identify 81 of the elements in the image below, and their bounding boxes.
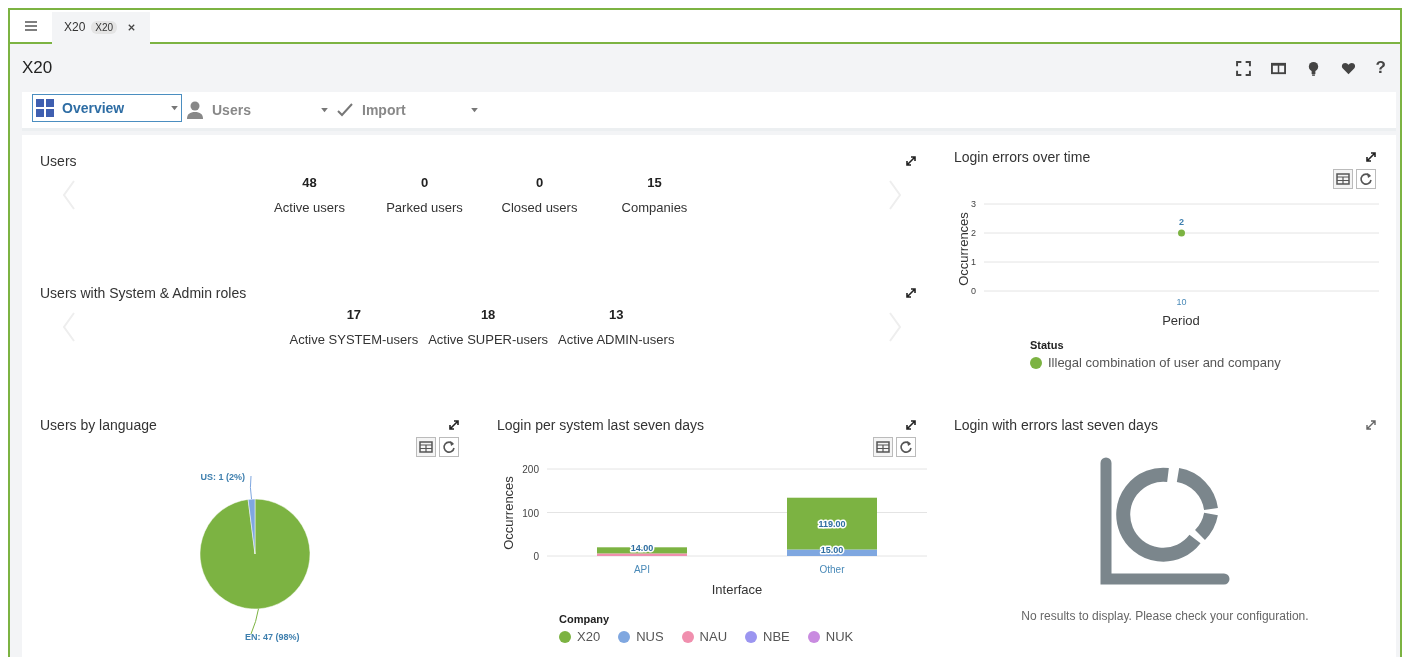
table-icon[interactable] — [1333, 169, 1353, 189]
heart-icon[interactable] — [1340, 60, 1356, 76]
check-icon — [336, 101, 354, 119]
y-axis-title: Occurrences — [501, 476, 516, 550]
stat-value: 18 — [480, 307, 496, 322]
data-label: 2 — [1179, 217, 1184, 227]
grid-icon — [36, 99, 54, 117]
user-icon — [186, 101, 204, 119]
nav-tab[interactable]: Users — [182, 92, 332, 131]
nav-tab[interactable]: Import — [332, 92, 482, 131]
caret-icon — [321, 107, 328, 113]
data-point — [1178, 229, 1185, 237]
table-icon[interactable] — [873, 437, 893, 457]
stat-label: Active SUPER-users — [428, 332, 549, 347]
y-tick-label: 3 — [971, 199, 976, 209]
expand-icon[interactable] — [906, 156, 916, 166]
stat-value: 13 — [609, 307, 624, 322]
bar-value-label: 119.00 — [818, 518, 846, 529]
legend-label[interactable]: NAU — [699, 629, 728, 644]
close-icon[interactable] — [127, 22, 137, 32]
help-icon[interactable]: ? — [1375, 58, 1386, 78]
leader-line — [249, 475, 253, 500]
widget-title: Login with errors last seven days — [954, 417, 1158, 433]
refresh-icon[interactable] — [1356, 169, 1376, 189]
empty-message: No results to display. Please check your configuration. — [1021, 609, 1309, 623]
columns-icon[interactable] — [1270, 60, 1286, 76]
legend-title: Status — [1030, 339, 1065, 351]
expand-icon[interactable] — [906, 288, 916, 298]
empty-chart-icon — [1100, 457, 1230, 587]
expand-icon[interactable] — [906, 420, 916, 430]
x-tick-label: 10 — [1176, 297, 1187, 307]
x-tick-label: Other — [819, 564, 845, 575]
document-tab[interactable]: X20 X20 — [52, 12, 151, 44]
stat-label: Parked users — [386, 200, 463, 215]
caret-icon — [171, 105, 178, 111]
refresh-icon[interactable] — [439, 437, 459, 457]
widget-title: Users by language — [40, 417, 157, 433]
page-title: X20 — [22, 58, 53, 78]
stat-value: 15 — [647, 175, 662, 190]
slice-label: US: 1 (2%) — [200, 472, 245, 482]
legend-label[interactable]: X20 — [577, 629, 601, 644]
leader-line — [250, 608, 259, 635]
stat-label: Active SYSTEM-users — [289, 332, 419, 347]
menu-icon[interactable] — [24, 20, 38, 32]
legend-title: Company — [559, 613, 611, 625]
stat-label: Active ADMIN-users — [558, 332, 675, 347]
legend-label[interactable]: NUK — [825, 629, 854, 644]
stat-label: Closed users — [501, 200, 578, 215]
expand-icon[interactable] — [449, 420, 459, 430]
legend-label[interactable]: Illegal combination of user and company — [1048, 355, 1281, 370]
widget-title: Login errors over time — [954, 149, 1091, 165]
widget-title: Users with System & Admin roles — [40, 285, 247, 301]
y-tick-label: 200 — [522, 464, 539, 475]
refresh-icon[interactable] — [896, 437, 916, 457]
y-axis-title: Occurrences — [956, 212, 971, 286]
x-axis-title: Period — [1162, 313, 1200, 328]
widget-title: Users — [40, 153, 77, 169]
legend-label[interactable]: NUS — [636, 629, 664, 644]
stat-value: 0 — [420, 175, 429, 190]
y-tick-label: 0 — [533, 551, 539, 562]
widget-title: Login per system last seven days — [497, 417, 704, 433]
fullscreen-icon[interactable] — [1235, 60, 1251, 76]
table-icon[interactable] — [416, 437, 436, 457]
y-tick-label: 2 — [971, 228, 976, 238]
x-axis-title: Interface — [711, 582, 763, 597]
stat-label: Active users — [274, 200, 345, 215]
y-tick-label: 1 — [971, 257, 976, 267]
stat-label: Companies — [621, 200, 688, 215]
tab-badge: X20 — [91, 20, 118, 34]
caret-icon — [471, 107, 478, 113]
stat-value: 0 — [535, 175, 544, 190]
y-tick-label: 100 — [522, 507, 539, 519]
legend-label[interactable]: NBE — [763, 629, 790, 644]
tab-label: X20 — [64, 20, 86, 34]
slice-label: EN: 47 (98%) — [245, 632, 300, 642]
expand-icon[interactable] — [1366, 152, 1376, 162]
y-tick-label: 0 — [971, 286, 976, 296]
stat-value: 48 — [302, 175, 317, 190]
nav-tab[interactable]: Overview — [32, 94, 182, 122]
stat-value: 17 — [346, 307, 362, 322]
x-tick-label: API — [633, 564, 651, 575]
